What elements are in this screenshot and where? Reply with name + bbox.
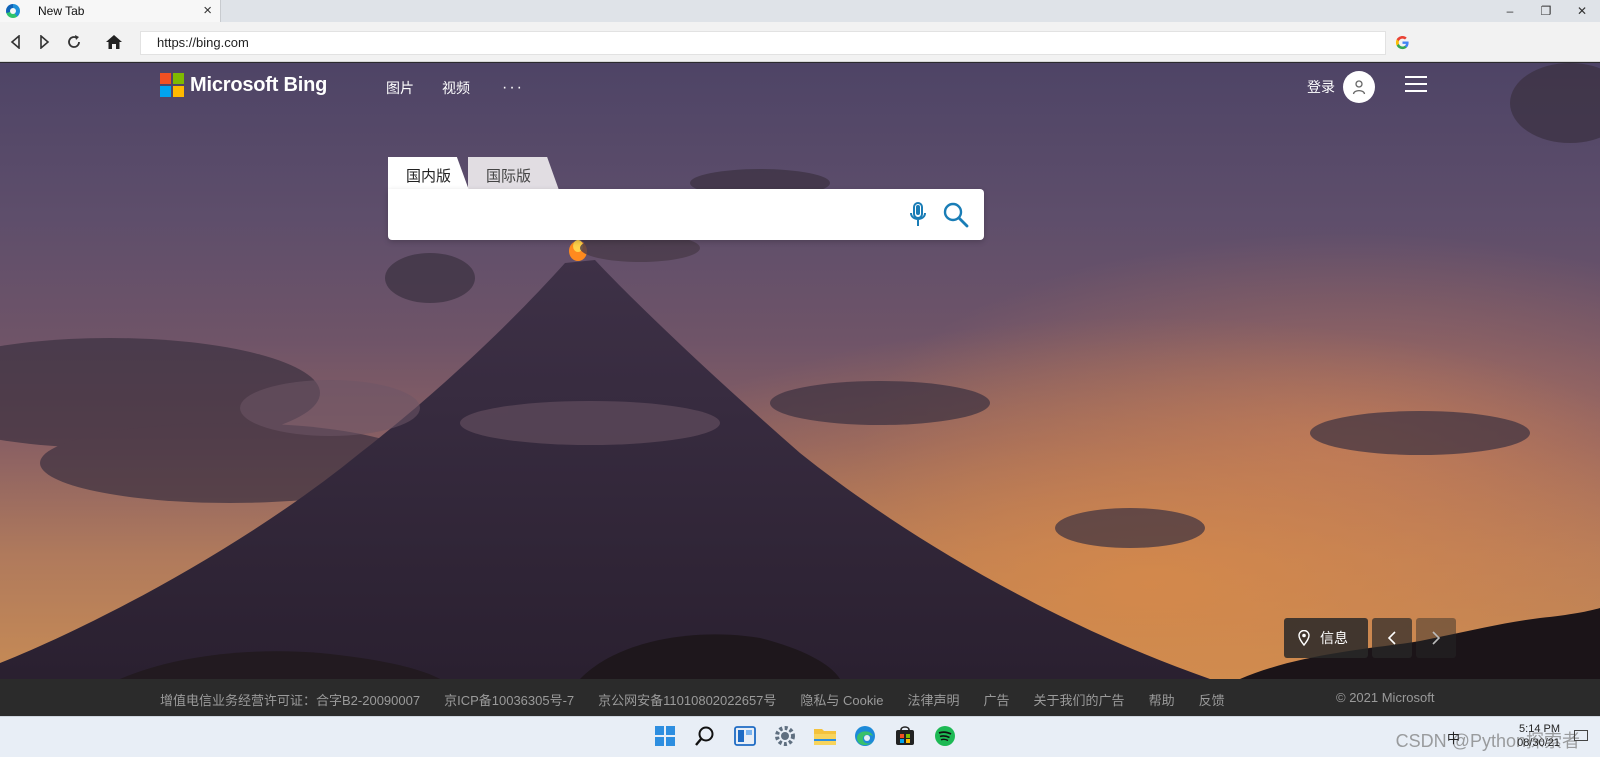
image-info-button[interactable]: 信息 [1284, 618, 1368, 658]
info-label: 信息 [1320, 630, 1348, 646]
edge-icon[interactable] [852, 723, 878, 749]
previous-image-button[interactable] [1372, 618, 1412, 658]
home-icon [106, 35, 122, 49]
top-nav: 图片 视频 ··· [386, 78, 524, 98]
bing-logo[interactable]: Microsoft Bing [160, 73, 327, 97]
footer-link-about-ads[interactable]: 关于我们的广告 [1034, 690, 1125, 709]
tab-title: New Tab [38, 4, 85, 18]
chevron-left-icon [1387, 631, 1396, 645]
next-image-button[interactable] [1416, 618, 1456, 658]
chevron-right-icon [1432, 631, 1441, 645]
tab-international[interactable]: 国际版 [468, 157, 560, 193]
footer-link-icp[interactable]: 京ICP备10036305号-7 [444, 690, 574, 709]
search-icon[interactable] [942, 201, 970, 229]
footer-link-ads[interactable]: 广告 [984, 690, 1010, 709]
search-input[interactable] [402, 199, 882, 229]
close-window-button[interactable]: ✕ [1564, 0, 1600, 22]
microsoft-logo-icon [160, 73, 184, 97]
address-bar[interactable]: https://bing.com [140, 31, 1386, 55]
reload-button[interactable] [62, 30, 86, 54]
forward-button[interactable] [32, 30, 56, 54]
tab-domestic[interactable]: 国内版 [388, 157, 470, 193]
clock-date: 08/30/21 [1517, 737, 1560, 749]
browser-toolbar: https://bing.com [0, 22, 1600, 62]
forward-icon [40, 35, 50, 49]
reload-icon [68, 35, 80, 48]
footer-link-legal[interactable]: 法律声明 [908, 690, 960, 709]
background-image [0, 63, 1600, 679]
home-button[interactable] [102, 30, 126, 54]
clock-time: 5:14 PM [1519, 723, 1560, 735]
browser-tab[interactable]: New Tab × [0, 0, 221, 22]
google-icon[interactable] [1395, 35, 1410, 50]
user-icon [1352, 80, 1366, 95]
avatar [1343, 71, 1375, 103]
location-pin-icon [1298, 630, 1310, 646]
settings-icon[interactable] [772, 723, 798, 749]
footer-link-license[interactable]: 增值电信业务经营许可证：合字B2-20090007 [160, 690, 420, 709]
widgets-icon[interactable] [732, 723, 758, 749]
search-icon[interactable] [692, 723, 718, 749]
hamburger-menu-icon[interactable] [1405, 76, 1427, 92]
browser-titlebar: New Tab × – ❐ ✕ [0, 0, 1600, 22]
copyright: © 2021 Microsoft [1336, 690, 1435, 705]
back-button[interactable] [4, 30, 28, 54]
bing-homepage: Microsoft Bing 图片 视频 ··· 登录 国际版 国内版 信息 [0, 63, 1600, 679]
ime-indicator[interactable]: 中 [1447, 728, 1460, 747]
window-controls: – ❐ ✕ [1492, 0, 1600, 22]
footer-link-feedback[interactable]: 反馈 [1199, 690, 1225, 709]
system-clock[interactable]: 5:14 PM 08/30/21 [1517, 722, 1560, 750]
minimize-button[interactable]: – [1492, 0, 1528, 22]
tab-close-button[interactable]: × [203, 2, 212, 20]
file-explorer-icon[interactable] [812, 723, 838, 749]
footer-link-privacy[interactable]: 隐私与 Cookie [800, 690, 883, 709]
page-footer: 增值电信业务经营许可证：合字B2-20090007 京ICP备10036305号… [0, 679, 1600, 716]
footer-link-police[interactable]: 京公网安备11010802022657号 [598, 690, 776, 709]
login-button[interactable]: 登录 [1307, 71, 1375, 103]
search-box [388, 189, 984, 240]
spotify-icon[interactable] [932, 723, 958, 749]
login-label: 登录 [1307, 79, 1335, 95]
bing-logo-text: Microsoft Bing [190, 73, 328, 96]
footer-link-help[interactable]: 帮助 [1149, 690, 1175, 709]
nav-videos[interactable]: 视频 [442, 78, 470, 98]
edge-icon [6, 4, 20, 18]
taskbar: CSDN @Python探索者 中 5:14 PM 08/30/21 [0, 716, 1600, 757]
taskbar-icons [652, 723, 958, 749]
notification-icon[interactable] [1574, 730, 1588, 741]
more-menu-button[interactable]: ··· [502, 79, 524, 97]
back-icon [10, 35, 20, 49]
start-icon[interactable] [652, 723, 678, 749]
microphone-icon[interactable] [908, 201, 928, 229]
store-icon[interactable] [892, 723, 918, 749]
nav-images[interactable]: 图片 [386, 78, 414, 98]
footer-links: 增值电信业务经营许可证：合字B2-20090007 京ICP备10036305号… [160, 690, 1225, 709]
restore-button[interactable]: ❐ [1528, 0, 1564, 22]
